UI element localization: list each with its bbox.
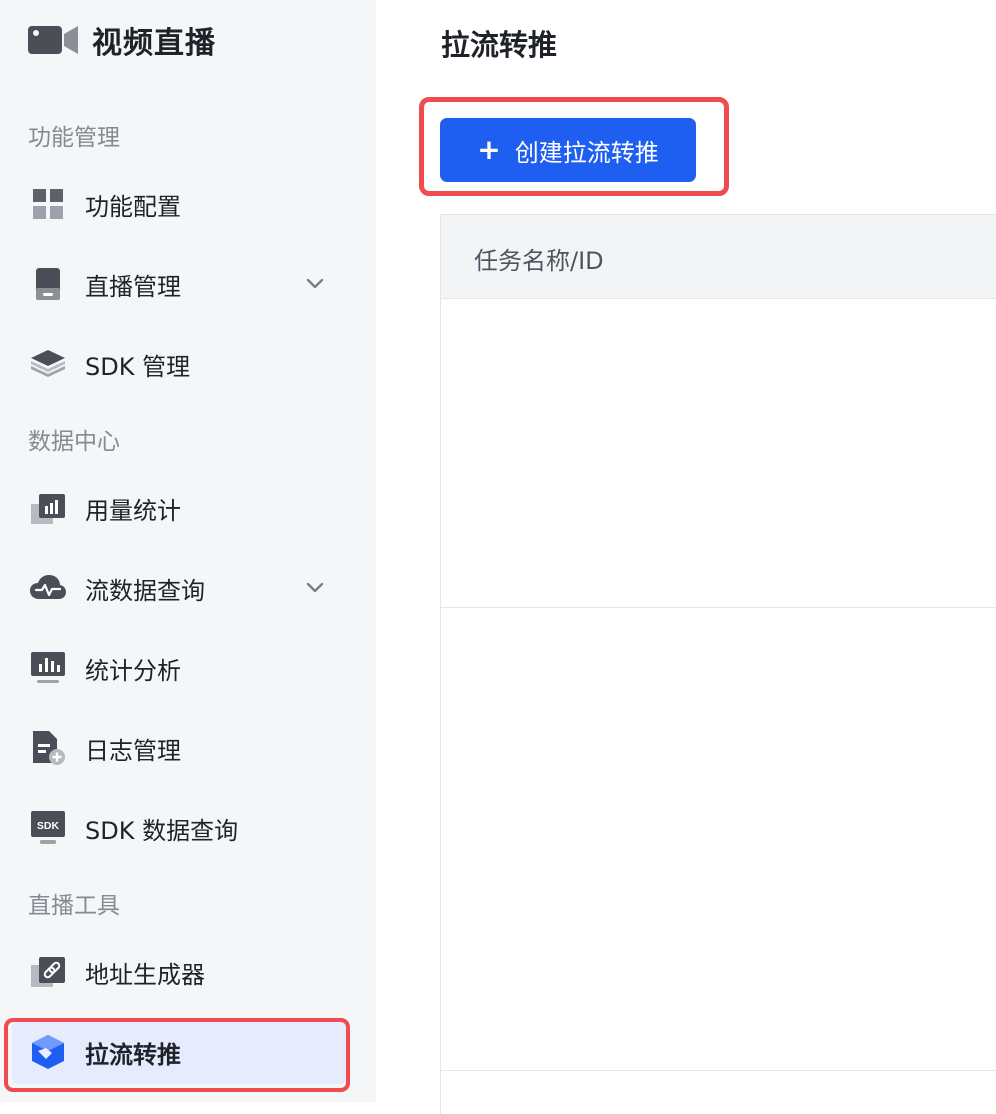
video-camera-icon [28, 22, 78, 58]
device-icon [30, 266, 66, 302]
monitor-chart-icon [30, 650, 66, 686]
table-row[interactable] [441, 916, 996, 1071]
sidebar-item-address-generator[interactable]: 地址生成器 [12, 940, 346, 1004]
sidebar-item-label: 统计分析 [85, 656, 181, 685]
sidebar-item-statistical-analysis[interactable]: 统计分析 [12, 636, 346, 700]
sidebar-item-sdk-data-query[interactable]: SDK SDK 数据查询 [12, 796, 346, 860]
bar-chart-icon [30, 490, 66, 526]
create-pull-stream-relay-button[interactable]: + 创建拉流转推 [440, 118, 696, 182]
cloud-pulse-icon [30, 570, 66, 606]
sidebar-item-function-config[interactable]: 功能配置 [12, 172, 346, 236]
column-header-task-name-id: 任务名称/ID [474, 247, 604, 275]
layers-icon [30, 346, 66, 382]
sidebar-item-live-management[interactable]: 直播管理 [12, 252, 346, 316]
sidebar: 视频直播 功能管理 功能配置 直播管理 SDK 管理 数据中心 用量统计 流数据… [0, 0, 376, 1102]
sidebar-item-label: 流数据查询 [85, 576, 205, 605]
sidebar-item-label: SDK 管理 [85, 352, 191, 381]
chevron-down-icon[interactable] [302, 575, 328, 601]
document-plus-icon [30, 730, 66, 766]
task-table: 任务名称/ID [440, 214, 996, 1114]
section-label-data-center: 数据中心 [28, 429, 120, 455]
brand-title: 视频直播 [92, 26, 216, 61]
sidebar-item-pull-stream-relay[interactable]: 拉流转推 [12, 1020, 346, 1084]
sidebar-item-label: 用量统计 [85, 496, 181, 525]
sidebar-item-label: 拉流转推 [85, 1040, 181, 1069]
sidebar-item-label: 地址生成器 [85, 960, 205, 989]
svg-text:SDK: SDK [37, 820, 60, 832]
sidebar-item-label: SDK 数据查询 [85, 816, 239, 845]
sidebar-item-sdk-management[interactable]: SDK 管理 [12, 332, 346, 396]
table-row[interactable] [441, 608, 996, 763]
table-header: 任务名称/ID [441, 215, 996, 299]
sidebar-item-log-management[interactable]: 日志管理 [12, 716, 346, 780]
sidebar-item-label: 功能配置 [85, 192, 181, 221]
sdk-icon: SDK [30, 810, 66, 846]
sidebar-item-stream-data-query[interactable]: 流数据查询 [12, 556, 346, 620]
section-label-live-tools: 直播工具 [28, 893, 120, 919]
grid-icon [30, 186, 66, 222]
create-button-label: 创建拉流转推 [514, 138, 659, 167]
sidebar-item-label: 直播管理 [85, 272, 181, 301]
link-icon [30, 954, 66, 990]
plus-icon: + [477, 133, 501, 166]
section-label-function-management: 功能管理 [28, 125, 120, 151]
table-row[interactable] [441, 453, 996, 608]
brand: 视频直播 [28, 18, 216, 62]
page-title: 拉流转推 [441, 28, 558, 62]
sidebar-item-usage-stats[interactable]: 用量统计 [12, 476, 346, 540]
chevron-down-icon[interactable] [302, 271, 328, 297]
sidebar-item-label: 日志管理 [85, 736, 181, 765]
table-row[interactable] [441, 762, 996, 917]
table-row[interactable] [441, 299, 996, 454]
cube-icon [30, 1034, 66, 1070]
